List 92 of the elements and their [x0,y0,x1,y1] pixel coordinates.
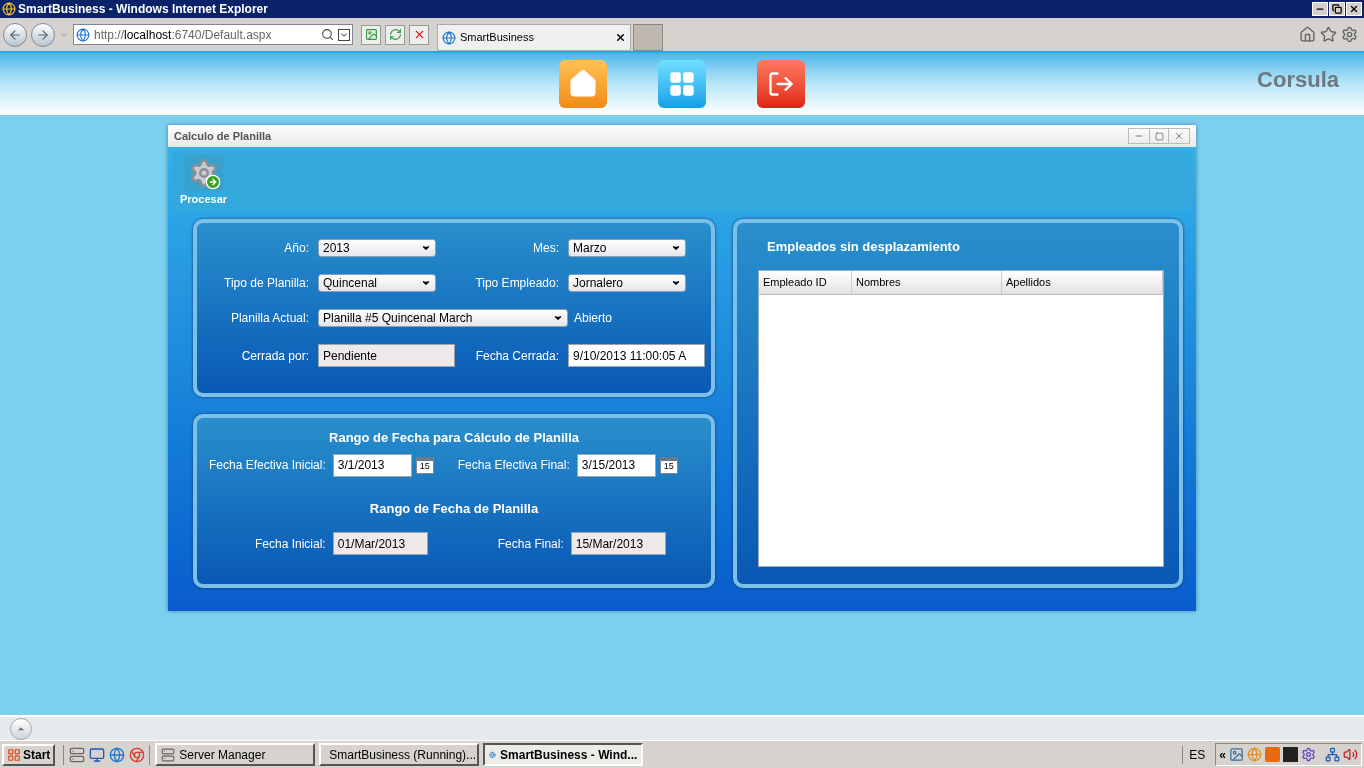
dropdown[interactable]: Marzo [568,239,686,257]
language-indicator[interactable]: ES [1182,745,1212,764]
tray-app-icon[interactable] [1229,747,1244,762]
forward-arrow-icon [36,27,50,42]
logout-button[interactable] [757,60,805,108]
home-button[interactable] [559,60,607,108]
caret-icon [553,313,563,323]
browser-logo-icon [2,2,16,16]
input-field[interactable]: Pendiente [318,344,455,367]
favorites-icon[interactable] [1320,26,1337,43]
field-label: Fecha Efectiva Final: [457,457,570,474]
input-field[interactable]: 9/10/2013 11:00:05 A [568,344,705,367]
taskbar-button[interactable]: Server Manager [155,743,316,766]
dropdown[interactable]: 2013 [318,239,436,257]
compatibility-button[interactable] [361,24,381,45]
settings-icon[interactable] [1341,26,1358,43]
dropdown[interactable]: Quincenal [318,274,436,292]
server-icon [161,747,176,762]
server-icon[interactable] [69,746,86,763]
caret-icon [671,278,681,288]
home-icon [568,69,598,99]
browser-tab[interactable]: SmartBusiness [437,24,631,51]
tray-app-icon[interactable] [1301,747,1316,762]
page-icon [442,30,456,45]
windows-logo-icon [7,747,21,762]
taskbar-button[interactable]: SmartBusiness (Running)... [319,743,480,766]
forward-button[interactable] [31,22,55,47]
input-field[interactable]: 3/1/2013 [332,453,412,477]
calendar-button[interactable]: 15 [659,456,678,474]
status-text: Abierto [573,310,614,327]
close-tab-icon[interactable] [615,32,626,43]
network-icon[interactable] [1325,747,1340,762]
taskbar-button[interactable]: SmartBusiness - Wind... [483,743,644,766]
column-header[interactable]: Empleado ID [759,270,852,294]
stop-button[interactable] [409,24,429,45]
url-text: http://localhost:6740/Default.aspx [94,26,273,44]
back-arrow-icon [8,27,22,42]
refresh-icon [388,28,402,41]
minimize-button[interactable] [1312,2,1328,16]
field-label: Fecha Efectiva Inicial: [209,457,326,474]
address-bar[interactable]: http://localhost:6740/Default.aspx [73,24,353,45]
caret-icon [671,243,681,253]
maximize-button[interactable] [1149,129,1169,143]
calendar-button[interactable]: 15 [415,456,434,474]
dialog-title: Calculo de Planilla [174,128,272,144]
column-header[interactable]: Apellidos [1002,270,1163,294]
field-label: Tipo Empleado: [474,275,559,292]
panel-title: Empleados sin desplazamiento [766,238,961,256]
close-button[interactable] [1346,2,1362,16]
grid-icon [668,70,696,98]
back-button[interactable] [3,22,27,47]
restore-icon [1332,4,1342,14]
maximize-icon [1154,131,1164,141]
field-label: Planilla Actual: [229,310,309,327]
scroll-up-button[interactable] [10,717,32,740]
arrow-circle-icon [204,174,221,190]
section-title: Rango de Fecha de Planilla [369,499,539,518]
input-field[interactable]: 15/Mar/2013 [570,532,666,555]
field-label: Mes: [532,240,559,257]
caret-icon [421,278,431,288]
page-icon [76,27,90,42]
exit-icon [767,70,795,98]
picture-icon [364,28,378,41]
apps-button[interactable] [658,60,706,108]
input-field[interactable]: 01/Mar/2013 [332,532,428,555]
tray-expand-button[interactable]: « [1219,745,1226,764]
input-field[interactable]: 3/15/2013 [576,453,656,477]
close-icon [1174,131,1184,141]
brand-name: Corsula [1257,66,1339,94]
home-icon[interactable] [1299,26,1316,43]
start-button[interactable]: Start [2,743,56,766]
field-label: Cerrada por: [240,347,309,365]
dropdown[interactable]: Jornalero [568,274,686,292]
close-icon [1349,4,1359,14]
field-label: Año: [283,240,309,257]
chrome-icon[interactable] [129,746,146,763]
field-label: Fecha Final: [497,535,564,553]
column-header[interactable]: Nombres [852,270,1002,294]
new-tab-button[interactable] [633,24,663,51]
field-label: Fecha Cerrada: [474,347,559,365]
caret-icon [338,28,350,41]
refresh-button[interactable] [385,24,405,45]
restore-button[interactable] [1329,2,1345,16]
caret-icon [421,243,431,253]
dropdown[interactable]: Planilla #5 Quincenal March [318,309,568,327]
window-title: SmartBusiness - Windows Internet Explorer [18,1,268,18]
section-title: Rango de Fecha para Cálculo de Planilla [329,429,579,447]
monitor-icon[interactable] [89,746,106,763]
search-icon [321,28,334,41]
field-label: Tipo de Planilla: [223,275,309,292]
field-label: Fecha Inicial: [255,535,326,553]
browser-icon[interactable] [109,746,126,763]
